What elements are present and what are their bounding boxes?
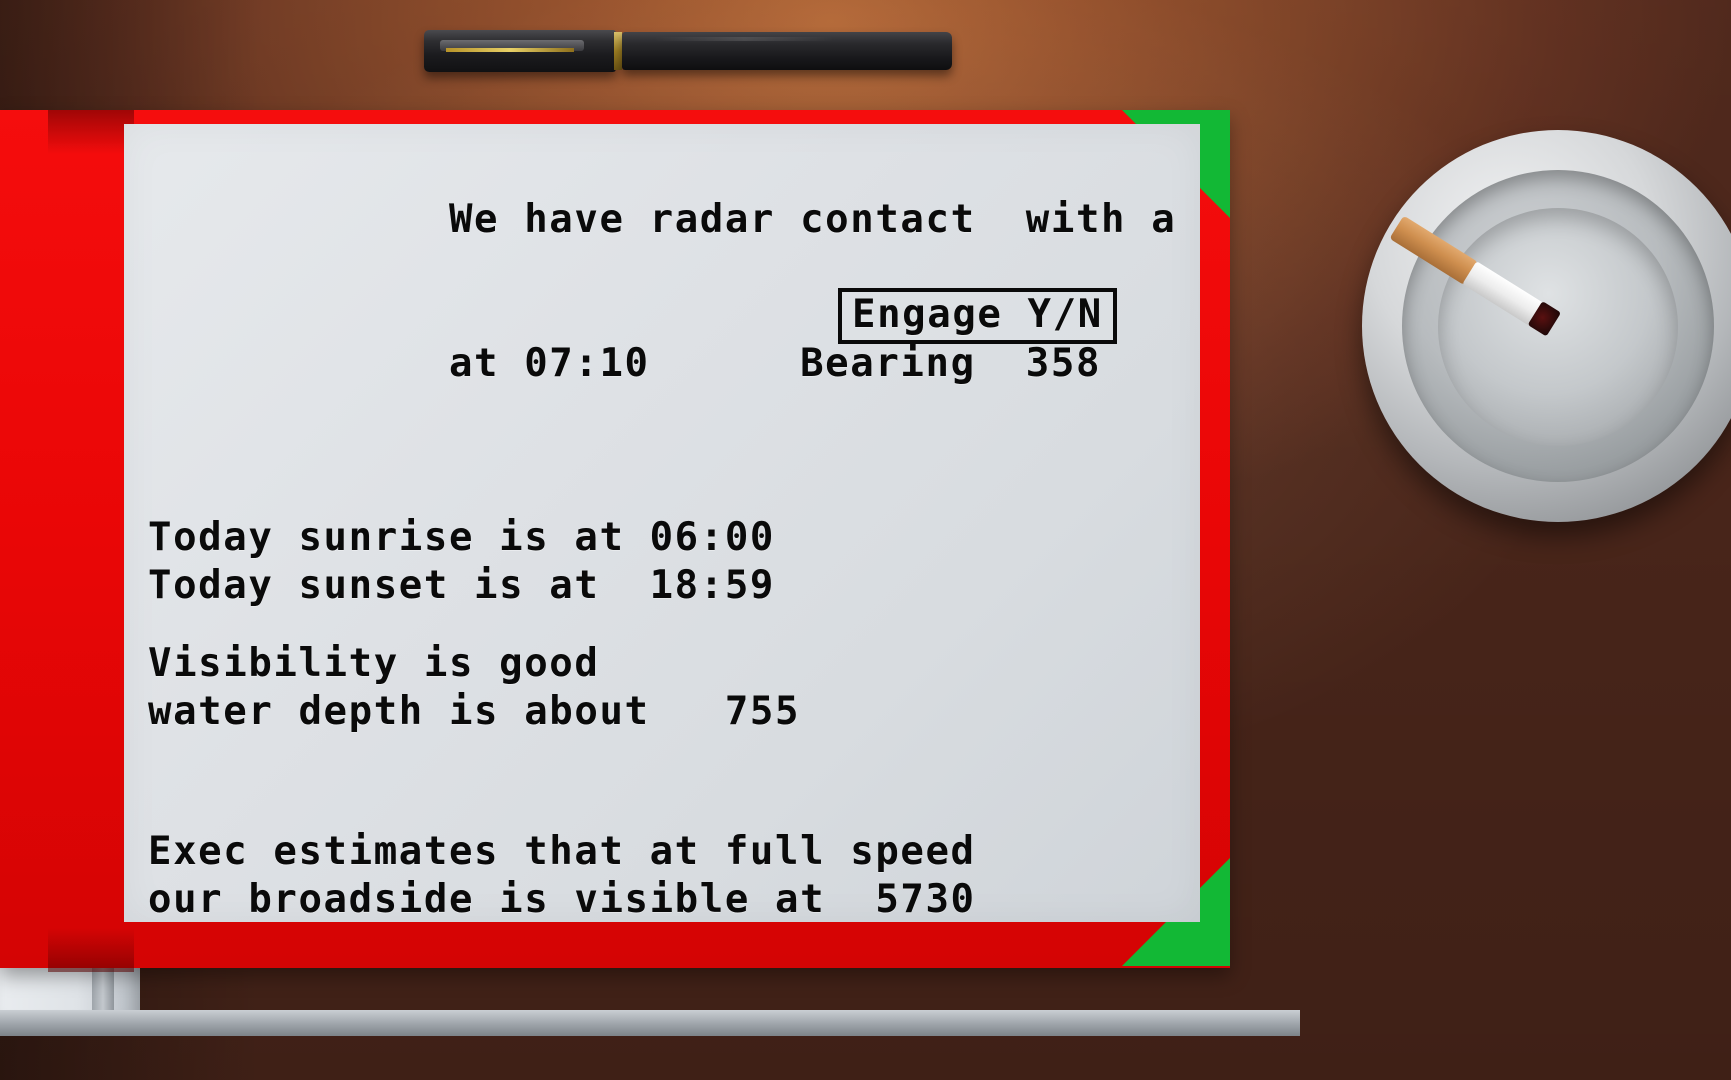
red-binder-cover: We have radar contact with a small targe… xyxy=(0,110,1230,972)
message-text-block: We have radar contact with a small targe… xyxy=(148,148,1190,922)
contact-time-bearing: at 07:10 Bearing 358 xyxy=(448,341,1102,386)
binder-shadow-top-left xyxy=(48,110,134,154)
fountain-pen-icon xyxy=(424,28,952,74)
sunrise-line: Today sunrise is at 06:00 xyxy=(148,515,775,560)
sunset-line: Today sunset is at 18:59 xyxy=(148,563,775,608)
logbook-page-edges xyxy=(0,1010,1300,1036)
exec-row-broadside-visual: our broadside is visible at 5730 xyxy=(148,877,976,922)
exec-estimate-header: Exec estimates that at full speed xyxy=(148,829,976,874)
pen-clip-gold-stripe xyxy=(446,48,574,52)
pen-highlight xyxy=(654,37,834,41)
radar-contact-line1: We have radar contact with a small targe… xyxy=(448,197,1177,242)
contact-detail-row: at 07:10 Bearing 358 Engage Y/N xyxy=(148,288,1190,484)
radar-contact-row: We have radar contact with a small targe… xyxy=(148,148,1190,292)
game-screen: We have radar contact with a small targe… xyxy=(0,0,1731,1080)
pen-gold-band xyxy=(614,32,622,70)
water-depth-line: water depth is about 755 xyxy=(148,689,801,734)
binder-shadow-bottom-left xyxy=(48,928,134,972)
message-panel: We have radar contact with a small targe… xyxy=(124,124,1200,922)
ashtray-icon xyxy=(1362,130,1731,522)
visibility-line: Visibility is good xyxy=(148,641,600,686)
engage-prompt-button[interactable]: Engage Y/N xyxy=(838,288,1117,344)
logbook: We have radar contact with a small targe… xyxy=(0,110,1362,1080)
